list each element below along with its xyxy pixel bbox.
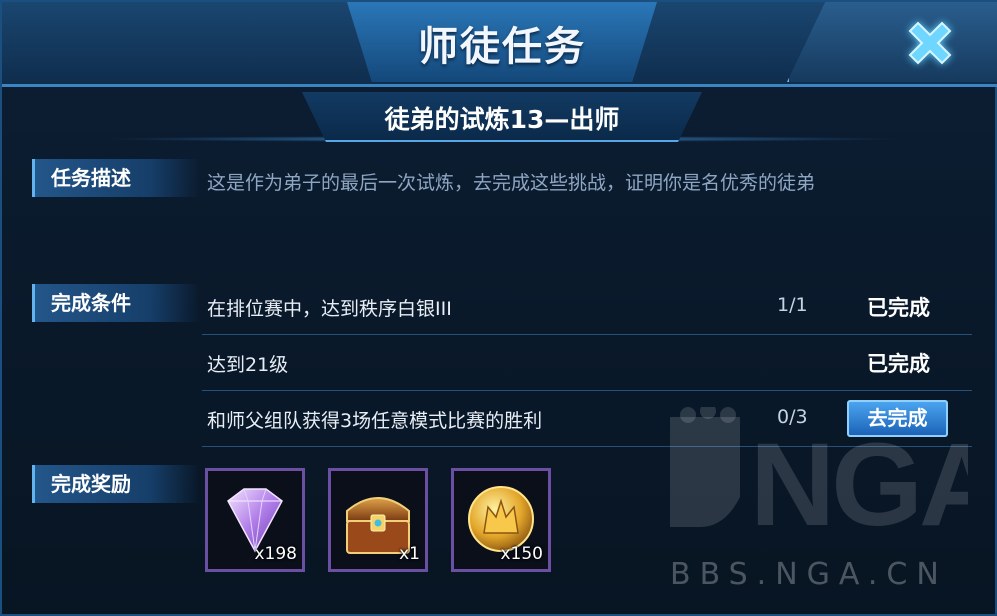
section-label-rewards: 完成奖励 xyxy=(32,465,200,503)
reward-item-diamond[interactable]: x198 xyxy=(205,468,305,572)
reward-quantity: x198 xyxy=(254,544,297,564)
reward-item-chest[interactable]: x1 xyxy=(328,468,428,572)
condition-status: 已完成 xyxy=(867,352,930,376)
condition-text: 在排位赛中，达到秩序白银III xyxy=(207,298,452,320)
condition-row: 在排位赛中，达到秩序白银III 1/1 已完成 xyxy=(202,279,972,335)
header-bar: 师徒任务 xyxy=(2,2,997,87)
close-icon xyxy=(908,21,952,65)
task-panel: 师徒任务 徒弟的试炼13—出师 任务描述 这是作为弟子的最后一次试炼，去完成这些… xyxy=(0,0,997,616)
reward-item-gold[interactable]: x150 xyxy=(451,468,551,572)
watermark-url: BBS.NGA.CN xyxy=(670,557,948,592)
close-button[interactable] xyxy=(901,14,959,72)
header-decoration xyxy=(787,2,997,82)
condition-progress: 1/1 xyxy=(777,294,808,316)
reward-quantity: x1 xyxy=(399,544,420,564)
task-subtitle: 徒弟的试炼13—出师 xyxy=(384,105,620,134)
condition-text: 达到21级 xyxy=(207,354,289,376)
page-title: 师徒任务 xyxy=(418,24,586,70)
reward-quantity: x150 xyxy=(500,544,543,564)
watermark-logo-text: NGA xyxy=(750,419,968,537)
condition-row: 达到21级 已完成 xyxy=(202,335,972,391)
condition-status: 已完成 xyxy=(867,296,930,320)
condition-text: 和师父组队获得3场任意模式比赛的胜利 xyxy=(207,410,543,432)
nga-watermark-logo: NGA xyxy=(670,407,968,537)
section-label-conditions: 完成条件 xyxy=(32,284,200,322)
section-label-description: 任务描述 xyxy=(32,159,200,197)
task-description: 这是作为弟子的最后一次试炼，去完成这些挑战，证明你是名优秀的徒弟 xyxy=(207,172,816,194)
